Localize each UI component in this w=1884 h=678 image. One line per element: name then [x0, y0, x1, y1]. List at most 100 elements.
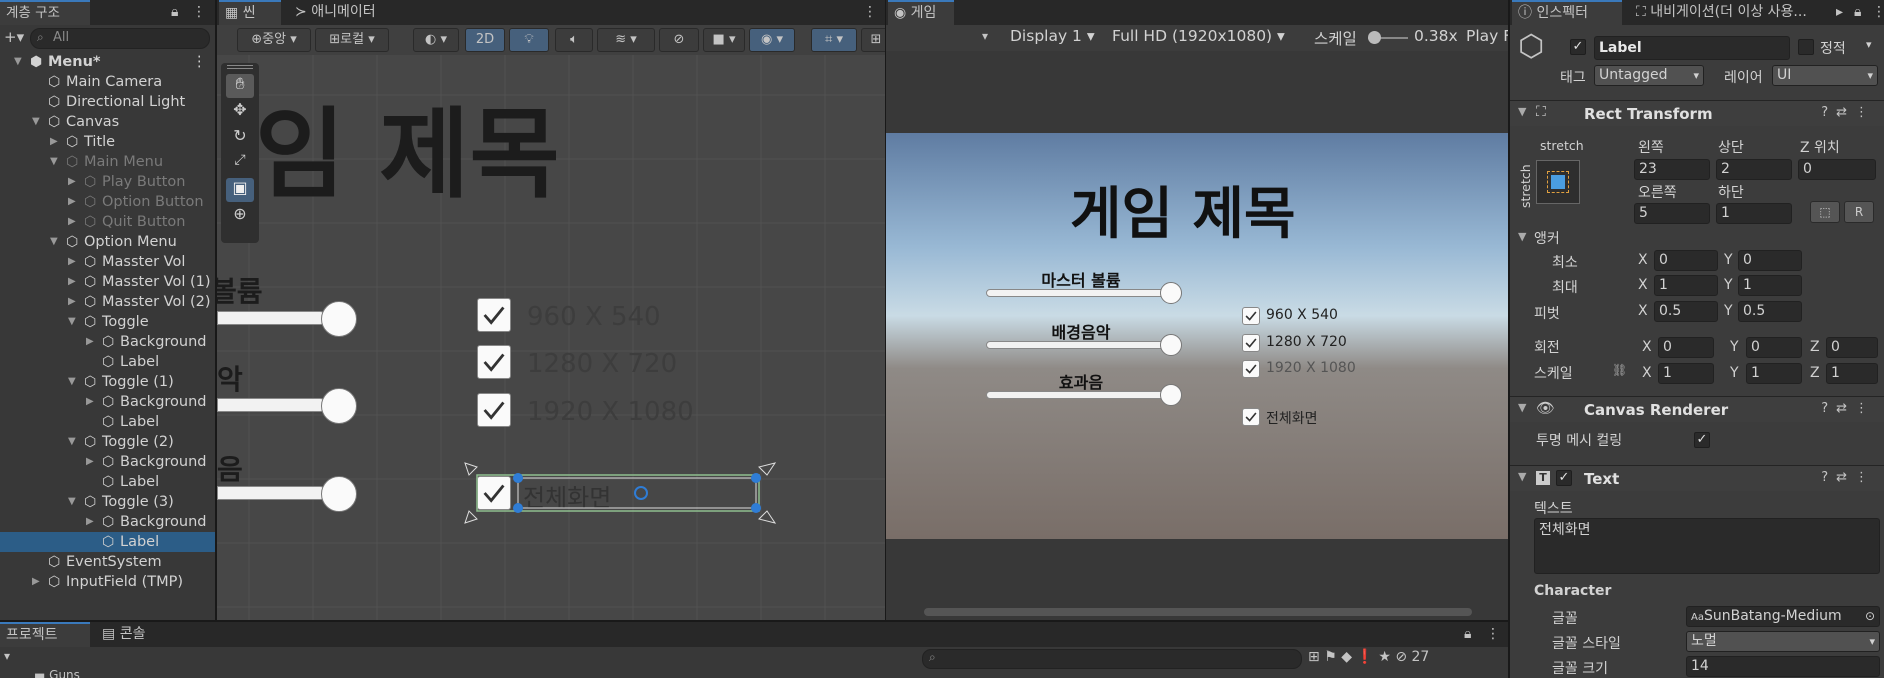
- space-dropdown[interactable]: ⊞로컬 ▾: [315, 28, 389, 52]
- game-viewport[interactable]: 게임 제목 마스터 볼륨 배경음악 효과음 960 X 540 1280 X 720 1…: [886, 133, 1508, 539]
- foldout-collapsed-icon[interactable]: ▶: [50, 132, 58, 152]
- scene-toggle-box-1[interactable]: [477, 345, 511, 379]
- hierarchy-item[interactable]: ▶ ⬡ Play Button: [0, 172, 215, 192]
- game-toggle-box[interactable]: [1242, 408, 1260, 426]
- game-slider-handle[interactable]: [1160, 334, 1182, 356]
- raw-edit-button[interactable]: R: [1844, 201, 1874, 223]
- effects-dropdown[interactable]: ≋ ▾: [597, 28, 655, 52]
- rotation-z-input[interactable]: 0: [1826, 337, 1878, 358]
- tab-console[interactable]: ▤ 콘솔: [96, 622, 166, 647]
- hierarchy-item[interactable]: ▶ ⬡ Masster Vol (2): [0, 292, 215, 312]
- link-icon[interactable]: ⛓: [1612, 363, 1627, 377]
- hierarchy-item[interactable]: ▶ ⬡ Background: [0, 392, 215, 412]
- layer-dropdown[interactable]: UI ▾: [1772, 65, 1878, 86]
- pivot-dropdown[interactable]: ⊕중앙 ▾: [237, 28, 311, 52]
- scale-z-input[interactable]: 1: [1826, 363, 1878, 384]
- foldout-collapsed-icon[interactable]: ▶: [86, 512, 94, 532]
- scene-toggle-box-2[interactable]: [477, 393, 511, 427]
- hierarchy-item[interactable]: ▶ ⬡ InputField (TMP): [0, 572, 215, 592]
- cull-transparent-checkbox[interactable]: ✓: [1694, 432, 1710, 448]
- hierarchy-item[interactable]: ⬡ Directional Light: [0, 92, 215, 112]
- search-by-label-icon[interactable]: ⚑: [1324, 649, 1341, 665]
- scale-slider-handle[interactable]: [1368, 31, 1381, 44]
- warning-icon[interactable]: ❗: [1356, 649, 1378, 665]
- gizmos-dropdown[interactable]: ◉ ▾: [749, 28, 795, 52]
- tab-animator[interactable]: ≻ 애니메이터: [289, 0, 399, 25]
- object-name-input[interactable]: Label: [1594, 36, 1790, 60]
- rect-transform-header[interactable]: ▼ ⛶ Rect Transform ?⇄⋮: [1510, 100, 1884, 126]
- static-dropdown[interactable]: ▾: [1866, 38, 1872, 51]
- anchor-max-y-input[interactable]: 1: [1738, 275, 1802, 296]
- scale-tool-icon[interactable]: ⤢: [226, 152, 254, 176]
- static-checkbox[interactable]: [1798, 39, 1814, 55]
- foldout-collapsed-icon[interactable]: ▶: [68, 192, 76, 212]
- splitter[interactable]: [1508, 0, 1510, 678]
- foldout-arrow-icon[interactable]: ▼: [1518, 401, 1526, 414]
- tab-scene[interactable]: ▦ 씬: [219, 0, 281, 25]
- foldout-collapsed-icon[interactable]: ▶: [68, 292, 76, 312]
- active-checkbox[interactable]: ✓: [1570, 39, 1586, 55]
- move-tool-icon[interactable]: ✥: [226, 100, 254, 124]
- tab-inspector[interactable]: ⓘ 인스펙터: [1512, 0, 1622, 25]
- more-menu-icon[interactable]: ⋮: [192, 0, 206, 25]
- game-slider-handle[interactable]: [1160, 282, 1182, 304]
- font-object-field[interactable]: AaSunBatang-Medium ⊙: [1686, 606, 1880, 627]
- anchor-min-x-input[interactable]: 0: [1654, 250, 1718, 271]
- component-header-icons[interactable]: ?⇄⋮: [1821, 401, 1876, 416]
- anchor-presets-button[interactable]: [1536, 160, 1580, 204]
- canvas-renderer-header[interactable]: ▼ 👁︎ Canvas Renderer ?⇄⋮: [1510, 396, 1884, 422]
- hierarchy-item[interactable]: ▼ ⬡ Main Menu: [0, 152, 215, 172]
- lock-icon[interactable]: 🔒︎: [1854, 0, 1861, 25]
- hierarchy-item[interactable]: ▶ ⬡ Masster Vol: [0, 252, 215, 272]
- foldout-collapsed-icon[interactable]: ▶: [68, 252, 76, 272]
- hierarchy-item[interactable]: ▼ ⬡ Toggle (2): [0, 432, 215, 452]
- object-picker-icon[interactable]: ⊙: [1865, 607, 1875, 626]
- splitter[interactable]: [885, 0, 886, 620]
- foldout-expanded-icon[interactable]: ▼: [68, 372, 76, 392]
- tab-hierarchy[interactable]: 계층 구조: [0, 0, 90, 25]
- font-style-dropdown[interactable]: 노멀 ▾: [1686, 631, 1880, 652]
- game-slider-track[interactable]: [986, 341, 1176, 349]
- hidden-packages-icon[interactable]: ⊘: [1395, 649, 1407, 665]
- foldout-collapsed-icon[interactable]: ▶: [68, 212, 76, 232]
- tab-game[interactable]: ◉ 게임: [888, 0, 954, 25]
- scene-viewport[interactable]: 임 제목 볼륨 악 음 960 X 540 1280 X 720 1920 X …: [217, 55, 885, 620]
- hierarchy-item[interactable]: ▶ ⬡ Title: [0, 132, 215, 152]
- top-input[interactable]: 2: [1716, 159, 1792, 180]
- tab-navigation[interactable]: ⛶ 내비게이션(더 이상 사용...: [1630, 0, 1830, 25]
- foldout-expanded-icon[interactable]: ▼: [68, 492, 76, 512]
- hierarchy-item[interactable]: ▶ ⬡ Masster Vol (1): [0, 272, 215, 292]
- drag-handle-icon[interactable]: [227, 65, 253, 69]
- hierarchy-item[interactable]: ⬡ Label: [0, 352, 215, 372]
- hierarchy-search-input[interactable]: ⌕ All: [30, 28, 210, 49]
- rotation-x-input[interactable]: 0: [1658, 337, 1714, 358]
- overlay-toggle[interactable]: ⊞: [861, 28, 885, 52]
- hierarchy-item[interactable]: ⬡ EventSystem: [0, 552, 215, 572]
- lighting-toggle[interactable]: 💡︎: [509, 28, 549, 52]
- foldout-arrow-icon[interactable]: ▼: [1518, 470, 1526, 483]
- hierarchy-item[interactable]: ▶ ⬡ Quit Button: [0, 212, 215, 232]
- scene-toggle-box-0[interactable]: [477, 298, 511, 332]
- gameobject-icon[interactable]: ⬡: [1518, 32, 1544, 62]
- foldout-collapsed-icon[interactable]: ▶: [68, 172, 76, 192]
- transform-tool-icon[interactable]: ⊕: [226, 204, 254, 228]
- rect-tool-icon[interactable]: ▣: [226, 178, 254, 202]
- foldout-collapsed-icon[interactable]: ▶: [68, 272, 76, 292]
- component-header-icons[interactable]: ?⇄⋮: [1821, 470, 1876, 485]
- favorite-star-icon[interactable]: ★: [1378, 649, 1395, 665]
- scene-more-menu-icon[interactable]: ⋮: [192, 52, 207, 72]
- text-enabled-checkbox[interactable]: ✓: [1556, 470, 1572, 486]
- foldout-expanded-icon[interactable]: ▼: [50, 232, 58, 252]
- game-slider-track[interactable]: [986, 289, 1176, 297]
- hierarchy-item[interactable]: ▶ ⬡ Background: [0, 512, 215, 532]
- rect-transform-gizmo[interactable]: [455, 455, 795, 535]
- text-component-header[interactable]: ▼ T ✓ Text ?⇄⋮: [1510, 465, 1884, 491]
- splitter[interactable]: [215, 0, 217, 620]
- play-mode-dropdown[interactable]: Play F: [1466, 27, 1508, 45]
- lock-icon[interactable]: 🔒︎: [1464, 622, 1471, 647]
- rotation-y-input[interactable]: 0: [1746, 337, 1802, 358]
- search-by-type-icon[interactable]: ⊞: [1308, 649, 1324, 665]
- scroll-tabs-icon[interactable]: ▸: [1836, 0, 1843, 25]
- tab-project[interactable]: 프로젝트: [0, 622, 90, 647]
- hierarchy-item[interactable]: ▼ ⬡ Canvas: [0, 112, 215, 132]
